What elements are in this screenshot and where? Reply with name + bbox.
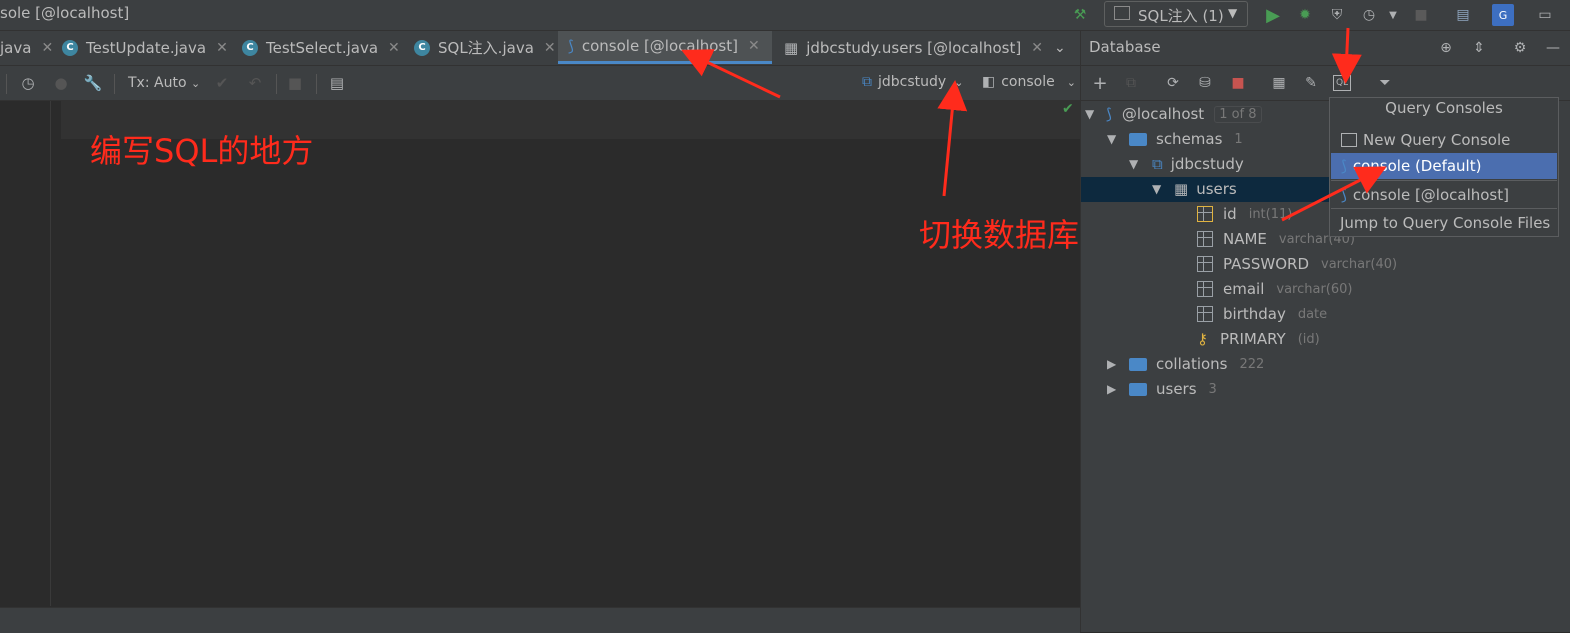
arrow-to-schema-selector (937, 80, 968, 197)
arrow-to-console-tab (681, 49, 781, 99)
arrow-to-query-console-button (1331, 27, 1362, 84)
arrow-to-console-default (1281, 166, 1387, 222)
annotation-arrows (681, 27, 1387, 222)
